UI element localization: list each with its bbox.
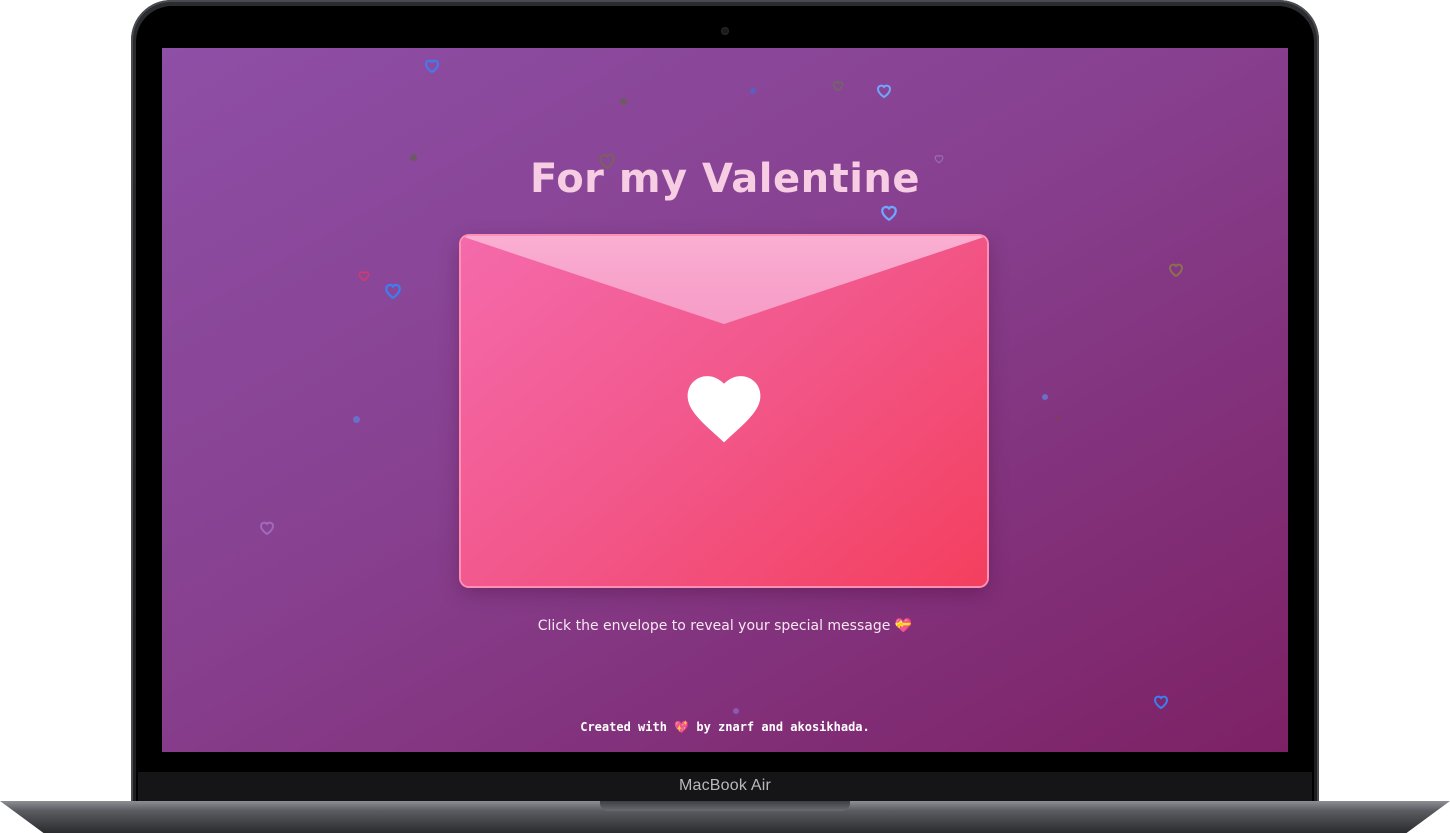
floating-heart-icon xyxy=(259,521,275,536)
floating-heart-icon xyxy=(424,59,440,74)
floating-dot xyxy=(750,88,756,94)
laptop-model-label: MacBook Air xyxy=(678,777,771,794)
floating-heart-icon xyxy=(881,205,897,222)
footer-credits: Created with 💖 by znarf and akosikhada. xyxy=(162,720,1288,734)
floating-heart-icon xyxy=(832,81,844,92)
floating-dot xyxy=(1042,394,1048,400)
laptop-mockup: MacBook Air For my Valentine Click the e… xyxy=(0,0,1450,833)
screen-content: For my Valentine Click the envelope to r… xyxy=(162,48,1288,752)
camera-icon xyxy=(721,27,729,35)
page-title: For my Valentine xyxy=(529,156,921,202)
floating-heart-icon xyxy=(1153,695,1169,710)
footer-suffix: by znarf and akosikhada. xyxy=(696,720,870,734)
floating-dot xyxy=(620,98,627,105)
floating-dot xyxy=(733,708,739,714)
floating-dot xyxy=(1055,416,1060,421)
floating-heart-icon xyxy=(385,283,401,300)
envelope-button[interactable] xyxy=(461,236,987,586)
floating-heart-icon xyxy=(876,84,892,99)
footer-prefix: Created with xyxy=(580,720,667,734)
envelope-flap xyxy=(461,236,987,324)
envelope-hint: Click the envelope to reveal your specia… xyxy=(162,618,1288,634)
sparkling-heart-icon: 💖 xyxy=(674,720,690,734)
gift-heart-icon: 💝 xyxy=(894,618,913,634)
floating-heart-icon xyxy=(1168,263,1184,278)
hint-text: Click the envelope to reveal your specia… xyxy=(537,618,891,634)
floating-dot xyxy=(353,416,360,423)
laptop-hinge-notch xyxy=(600,801,850,811)
floating-heart-icon xyxy=(358,271,370,282)
heart-icon xyxy=(687,376,761,443)
